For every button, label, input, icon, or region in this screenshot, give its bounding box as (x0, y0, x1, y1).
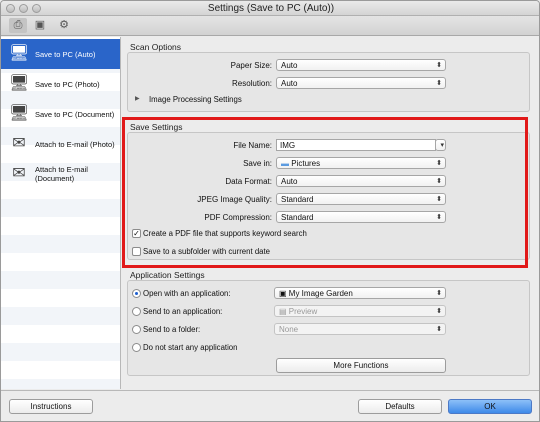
computer-photo-icon: 🖥 (8, 75, 30, 92)
scan-from-panel-icon[interactable]: ▣ (31, 18, 49, 33)
chevron-updown-icon: ⬍ (436, 80, 442, 87)
sidebar-item-attach-email-photo[interactable]: ✉ Attach to E-mail (Photo) (1, 129, 120, 159)
more-functions-button[interactable]: More Functions (276, 358, 446, 373)
open-with-application-label: Open with an application: (143, 289, 231, 298)
toolbar: ⎙ ▣ ⚙ (1, 16, 539, 36)
scan-options-header: Scan Options (130, 42, 182, 52)
window-title: Settings (Save to PC (Auto)) (207, 3, 335, 14)
resolution-select[interactable]: Auto ⬍ (276, 77, 446, 89)
open-application-value: My Image Garden (288, 289, 353, 298)
defaults-button[interactable]: Defaults (358, 399, 442, 414)
sidebar-item-label: Save to PC (Document) (35, 109, 115, 119)
sidebar-item-label: Save to PC (Photo) (35, 79, 100, 89)
sidebar-item-attach-email-document[interactable]: ✉ Attach to E-mail (Document) (1, 159, 120, 189)
open-application-select[interactable]: ▣ My Image Garden ⬍ (274, 287, 446, 299)
open-with-application-radio[interactable] (132, 289, 141, 298)
send-to-folder-label: Send to a folder: (143, 325, 201, 334)
sidebar-item-label: Save to PC (Auto) (35, 49, 96, 59)
paper-size-select[interactable]: Auto ⬍ (276, 59, 446, 71)
chevron-updown-icon: ⬍ (436, 308, 442, 315)
title-bar: Settings (Save to PC (Auto)) (1, 1, 539, 16)
paper-size-label: Paper Size: (230, 61, 272, 70)
resolution-label: Resolution: (231, 79, 272, 88)
chevron-updown-icon: ⬍ (436, 326, 442, 333)
send-folder-value: None (279, 325, 299, 334)
bottom-bar: Instructions Defaults OK (1, 390, 539, 421)
computer-icon: 🖥 (8, 45, 30, 62)
sidebar-item-save-to-pc-document[interactable]: 🖥 Save to PC (Document) (1, 99, 120, 129)
general-settings-icon[interactable]: ⚙ (55, 18, 73, 33)
paper-size-value: Auto (281, 61, 298, 70)
send-to-folder-radio[interactable] (132, 325, 141, 334)
sidebar-item-save-to-pc-auto[interactable]: 🖥 Save to PC (Auto) (1, 39, 120, 69)
envelope-photo-icon: ✉ (12, 135, 26, 152)
send-application-value: Preview (288, 307, 318, 316)
scan-from-computer-icon[interactable]: ⎙ (9, 18, 27, 33)
send-folder-select[interactable]: None ⬍ (274, 323, 446, 335)
image-processing-settings-toggle[interactable]: Image Processing Settings (149, 95, 242, 104)
instructions-button[interactable]: Instructions (9, 399, 93, 414)
send-application-select[interactable]: ▤ Preview ⬍ (274, 305, 446, 317)
sidebar-item-label: Attach to E-mail (Photo) (35, 139, 115, 149)
disclosure-triangle-icon[interactable]: ▶ (135, 95, 140, 102)
send-to-application-radio[interactable] (132, 307, 141, 316)
ok-button[interactable]: OK (448, 399, 532, 414)
do-not-start-label: Do not start any application (143, 343, 238, 352)
send-to-application-label: Send to an application: (143, 307, 223, 316)
image-garden-icon: ▣ (279, 289, 287, 298)
chevron-updown-icon: ⬍ (436, 62, 442, 69)
sidebar: 🖥 Save to PC (Auto) 🖥 Save to PC (Photo)… (1, 37, 121, 389)
highlight-box (122, 117, 528, 268)
sidebar-item-label: Attach to E-mail (Document) (35, 165, 88, 183)
application-settings-header: Application Settings (130, 270, 205, 280)
preview-app-icon: ▤ (279, 307, 287, 316)
do-not-start-radio[interactable] (132, 343, 141, 352)
chevron-updown-icon: ⬍ (436, 290, 442, 297)
settings-window: Settings (Save to PC (Auto)) ⎙ ▣ ⚙ 🖥 Sav… (0, 0, 540, 422)
resolution-value: Auto (281, 79, 298, 88)
envelope-document-icon: ✉ (12, 165, 26, 182)
sidebar-item-save-to-pc-photo[interactable]: 🖥 Save to PC (Photo) (1, 69, 120, 99)
computer-document-icon: 🖥 (8, 105, 30, 122)
